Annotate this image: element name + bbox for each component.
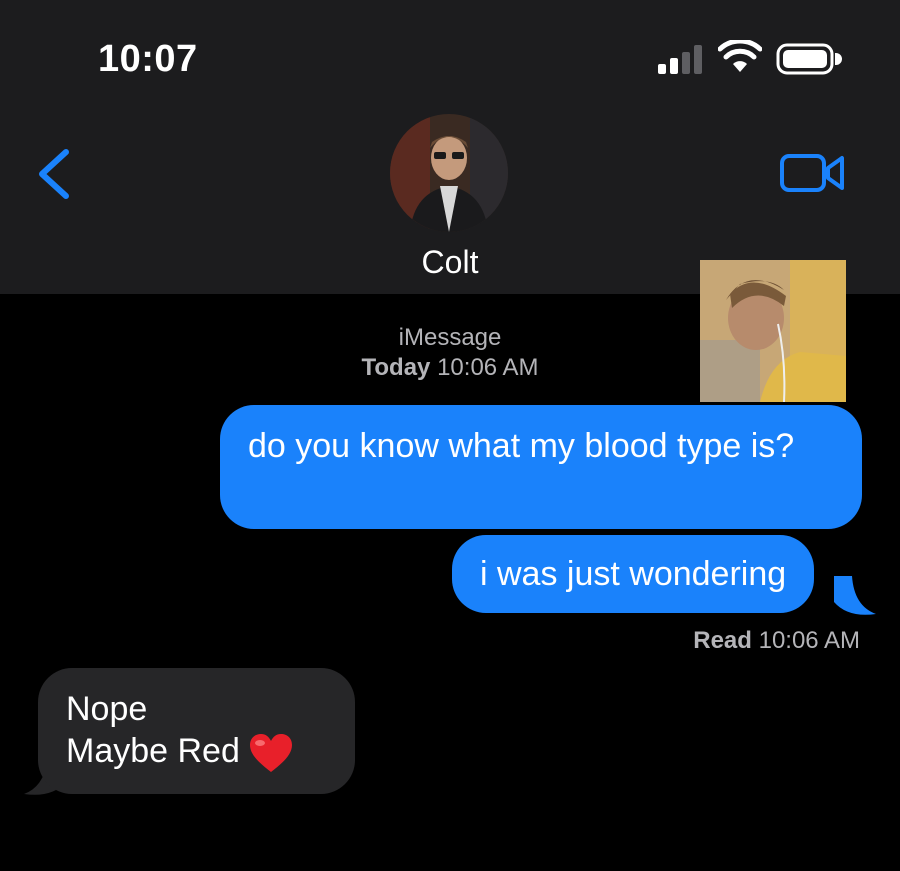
heart-emoji-icon	[249, 734, 292, 773]
message-text: i was just wondering	[480, 555, 787, 593]
bubble-tail	[834, 576, 876, 615]
wifi-icon	[718, 40, 762, 72]
read-label: Read	[693, 627, 752, 654]
service-label: iMessage	[398, 324, 502, 351]
read-receipt: Read 10:06 AM	[693, 627, 860, 655]
message-line-with-emoji: Maybe Red	[66, 730, 331, 774]
sent-message-bubble[interactable]: do you know what my blood type is?	[220, 405, 862, 529]
cellular-signal-icon	[658, 45, 702, 74]
read-time: 10:06 AM	[758, 627, 860, 654]
message-text: do you know what my blood type is?	[248, 427, 795, 465]
conversation-header: 10:07 Colt	[0, 0, 900, 294]
video-call-icon[interactable]	[778, 150, 848, 196]
received-message-bubble[interactable]: Nope Maybe Red	[38, 668, 355, 795]
message-line: Maybe Red	[66, 732, 240, 770]
sent-message-bubble[interactable]: i was just wondering	[452, 535, 815, 613]
message-line: Nope	[66, 690, 148, 728]
thread-timestamp: Today 10:06 AM	[0, 354, 900, 382]
back-button[interactable]	[30, 146, 80, 202]
battery-icon	[776, 43, 842, 75]
timestamp-time: 10:06 AM	[437, 354, 539, 381]
timestamp-day: Today	[361, 354, 431, 381]
status-bar-time: 10:07	[98, 38, 198, 80]
contact-avatar[interactable]	[390, 114, 508, 232]
